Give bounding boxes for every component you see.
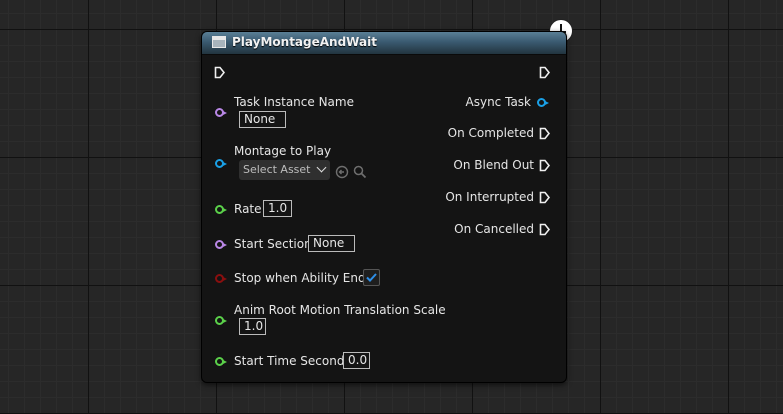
combo-chevron-icon xyxy=(316,162,327,173)
anim-root-motion-scale-input[interactable]: 1.0 xyxy=(239,318,266,335)
start-time-seconds-input[interactable]: 0.0 xyxy=(343,352,370,369)
on-blend-out-exec-pin[interactable] xyxy=(539,159,550,172)
exec-in-pin[interactable] xyxy=(214,66,225,79)
anim-root-motion-scale-label: Anim Root Motion Translation Scale xyxy=(234,303,446,317)
browse-asset-icon[interactable] xyxy=(353,164,367,183)
async-task-pin[interactable] xyxy=(537,98,549,107)
rate-pin[interactable] xyxy=(215,205,227,214)
start-section-label: Start Section xyxy=(234,237,312,251)
async-task-label: Async Task xyxy=(465,95,531,109)
stop-when-ability-ends-label: Stop when Ability Ends xyxy=(234,271,372,285)
node-header[interactable]: PlayMontageAndWait xyxy=(202,32,566,55)
use-selected-asset-icon[interactable] xyxy=(335,164,349,183)
on-completed-label: On Completed xyxy=(447,126,534,140)
rate-label: Rate xyxy=(234,202,262,216)
function-node-icon xyxy=(212,36,226,48)
on-interrupted-exec-pin[interactable] xyxy=(539,191,550,204)
on-completed-exec-pin[interactable] xyxy=(539,127,550,140)
exec-out-pin[interactable] xyxy=(539,66,550,79)
start-section-pin[interactable] xyxy=(215,240,227,249)
checkmark-icon xyxy=(366,273,377,282)
on-cancelled-label: On Cancelled xyxy=(454,222,534,236)
stop-when-ability-ends-checkbox[interactable] xyxy=(363,269,380,286)
stop-when-ability-ends-pin[interactable] xyxy=(215,274,227,283)
node-title: PlayMontageAndWait xyxy=(232,35,377,49)
task-instance-name-label: Task Instance Name xyxy=(234,95,354,109)
task-instance-name-pin[interactable] xyxy=(215,108,227,117)
montage-to-play-label: Montage to Play xyxy=(234,144,332,158)
start-section-input[interactable]: None xyxy=(308,235,355,252)
task-instance-name-input[interactable]: None xyxy=(239,111,286,128)
montage-to-play-pin[interactable] xyxy=(215,159,227,168)
asset-picker-value: Select Asset xyxy=(243,163,311,176)
on-interrupted-label: On Interrupted xyxy=(445,190,534,204)
montage-asset-picker[interactable]: Select Asset xyxy=(239,160,330,180)
start-time-seconds-pin[interactable] xyxy=(215,357,227,366)
on-blend-out-label: On Blend Out xyxy=(453,158,534,172)
rate-input[interactable]: 1.0 xyxy=(263,200,292,217)
anim-root-motion-scale-pin[interactable] xyxy=(215,316,227,325)
on-cancelled-exec-pin[interactable] xyxy=(539,223,550,236)
start-time-seconds-label: Start Time Seconds xyxy=(234,354,351,368)
